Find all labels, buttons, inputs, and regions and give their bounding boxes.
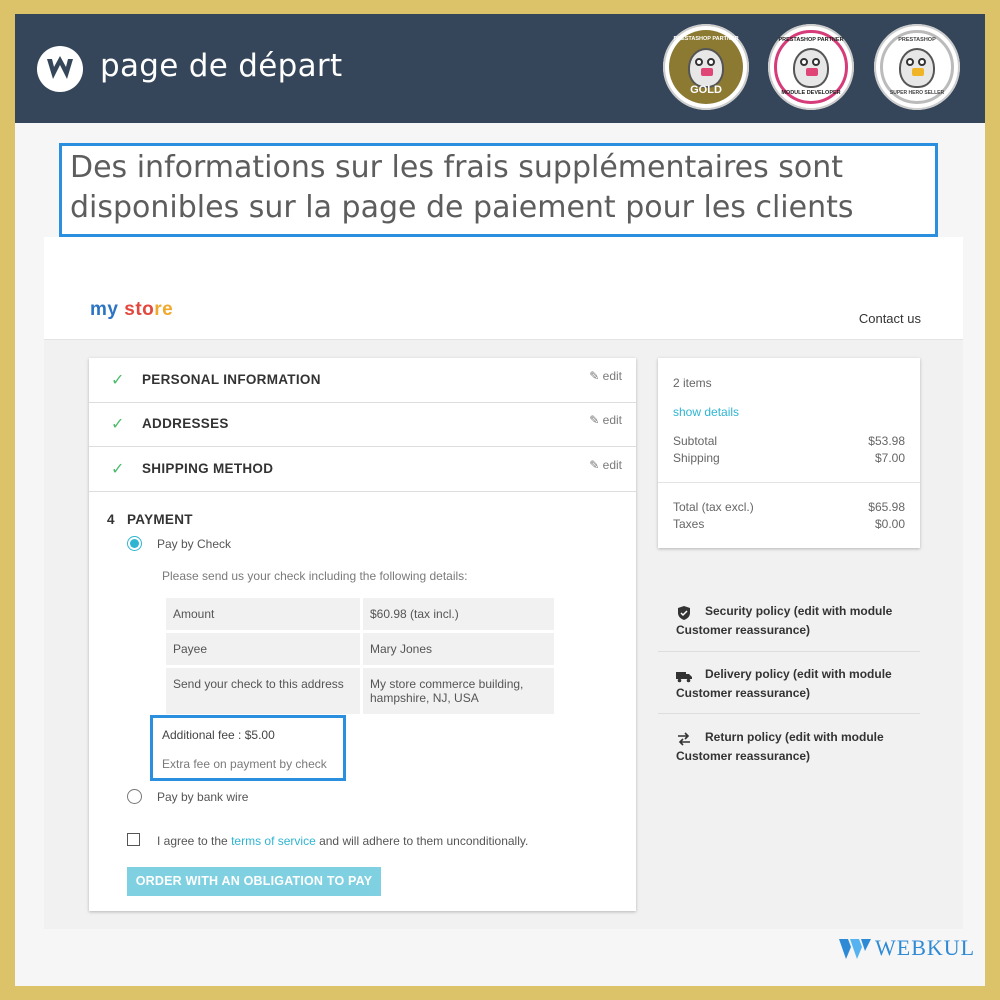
step-title: PERSONAL INFORMATION — [142, 372, 321, 387]
badge-module-ring-text: PRESTASHOP PARTNER — [778, 37, 844, 43]
reassurance-text: Return policy (edit with module Customer… — [676, 730, 884, 763]
detail-label: Send your check to this address — [166, 668, 360, 714]
table-row: Amount $60.98 (tax incl.) — [166, 598, 554, 630]
webkul-footer-logo: WEBKUL — [839, 933, 979, 963]
reassurance-divider — [658, 651, 920, 652]
subtotal-row: Subtotal $53.98 — [673, 434, 905, 448]
badge-gold: GOLD PRESTASHOP PARTNER — [663, 24, 749, 110]
order-button[interactable]: ORDER WITH AN OBLIGATION TO PAY — [127, 867, 381, 896]
show-details-link[interactable]: show details — [673, 405, 905, 419]
taxes-row: Taxes $0.00 — [673, 517, 905, 531]
pencil-icon: ✎ — [589, 458, 600, 472]
promo-frame: page de départ GOLD PRESTASHOP PARTNER P… — [15, 14, 985, 986]
option-bank-wire-label[interactable]: Pay by bank wire — [157, 790, 248, 804]
caption-text: Des informations sur les frais supplémen… — [70, 150, 854, 225]
badge-module-developer: PRESTASHOP PARTNER MODULE DEVELOPER — [768, 24, 854, 110]
additional-fee-highlight: Additional fee : $5.00 Extra fee on paym… — [150, 715, 346, 781]
check-icon: ✓ — [111, 372, 125, 389]
shop-header: my store Contact us — [44, 237, 963, 340]
edit-link[interactable]: ✎ edit — [589, 369, 622, 383]
store-logo[interactable]: my store — [90, 299, 173, 321]
shop-screenshot: my store Contact us ✓ PERSONAL INFORMATI… — [44, 237, 963, 929]
step-shipping-method[interactable]: ✓ SHIPPING METHOD ✎ edit — [89, 447, 636, 492]
step-personal-information[interactable]: ✓ PERSONAL INFORMATION ✎ edit — [89, 358, 636, 403]
contact-us-link[interactable]: Contact us — [859, 311, 921, 326]
check-icon: ✓ — [111, 461, 125, 478]
banner-header: page de départ GOLD PRESTASHOP PARTNER P… — [15, 14, 985, 123]
step-addresses[interactable]: ✓ ADDRESSES ✎ edit — [89, 402, 636, 447]
step-title: SHIPPING METHOD — [142, 461, 274, 476]
reassurance-text: Security policy (edit with module Custom… — [676, 604, 893, 637]
detail-value: $60.98 (tax incl.) — [363, 598, 554, 630]
webkul-w-icon — [839, 939, 871, 959]
detail-value: My store commerce building, hampshire, N… — [363, 668, 554, 714]
page-title: page de départ — [100, 48, 343, 84]
detail-value: Mary Jones — [363, 633, 554, 665]
table-row: Payee Mary Jones — [166, 633, 554, 665]
pencil-icon: ✎ — [589, 369, 600, 383]
check-details-table: Amount $60.98 (tax incl.) Payee Mary Jon… — [163, 595, 557, 717]
cart-summary: 2 items show details Subtotal $53.98 Ship… — [658, 358, 920, 548]
webkul-logo — [37, 46, 83, 92]
option-pay-by-check-label[interactable]: Pay by Check — [157, 537, 231, 551]
badge-module-label: MODULE DEVELOPER — [781, 90, 841, 96]
badge-hero-label: SUPER HERO SELLER — [889, 90, 945, 96]
detail-label: Amount — [166, 598, 360, 630]
radio-pay-by-bank-wire[interactable] — [127, 789, 142, 804]
total-row: Total (tax excl.) $65.98 — [673, 500, 905, 514]
caption-box: Des informations sur les frais supplémen… — [59, 143, 938, 237]
edit-link[interactable]: ✎ edit — [589, 413, 622, 427]
items-count: 2 items — [673, 376, 712, 390]
check-icon: ✓ — [111, 416, 125, 433]
step-title: ADDRESSES — [142, 416, 229, 431]
radio-pay-by-check[interactable] — [127, 536, 142, 551]
table-row: Send your check to this address My store… — [166, 668, 554, 714]
badge-gold-label: GOLD — [690, 84, 722, 96]
webkul-brand-text: WEBKUL — [875, 935, 976, 960]
detail-label: Payee — [166, 633, 360, 665]
payment-step-title: 4 PAYMENT — [107, 512, 193, 527]
terms-checkbox[interactable] — [127, 833, 140, 846]
webkul-w-icon — [47, 56, 73, 79]
check-instructions: Please send us your check including the … — [162, 569, 468, 583]
summary-divider — [658, 482, 920, 483]
badge-super-hero-seller: PRESTASHOP SUPER HERO SELLER — [874, 24, 960, 110]
badge-hero-ring-text: PRESTASHOP — [898, 37, 936, 43]
checkout-panel: ✓ PERSONAL INFORMATION ✎ edit ✓ ADDRESSE… — [89, 358, 636, 911]
terms-text: I agree to the terms of service and will… — [157, 834, 529, 848]
fee-note: Extra fee on payment by check — [162, 757, 327, 771]
edit-link[interactable]: ✎ edit — [589, 458, 622, 472]
reassurance-text: Delivery policy (edit with module Custom… — [676, 667, 892, 700]
pencil-icon: ✎ — [589, 413, 600, 427]
terms-of-service-link[interactable]: terms of service — [231, 834, 316, 848]
additional-fee-text: Additional fee : $5.00 — [162, 728, 275, 742]
shipping-row: Shipping $7.00 — [673, 451, 905, 465]
badge-gold-ring-text: PRESTASHOP PARTNER — [673, 36, 739, 42]
reassurance-divider — [658, 713, 920, 714]
